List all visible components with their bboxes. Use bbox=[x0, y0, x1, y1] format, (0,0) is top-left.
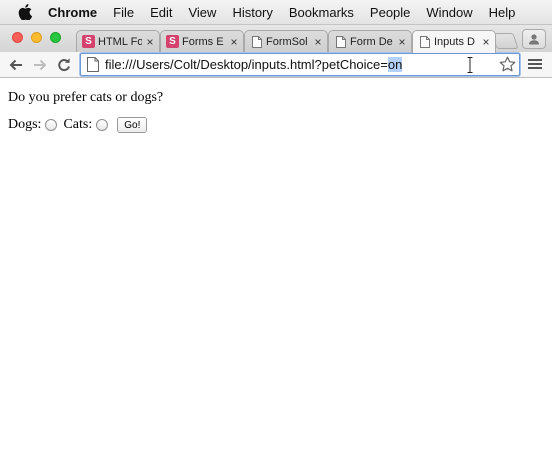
url-prefix: file:///Users/Colt/Desktop/inputs.html?p… bbox=[105, 57, 388, 72]
menu-file[interactable]: File bbox=[113, 5, 134, 20]
tab-title: Form De bbox=[350, 35, 393, 48]
menu-app-name[interactable]: Chrome bbox=[48, 5, 97, 20]
document-icon bbox=[250, 35, 263, 48]
close-icon[interactable]: × bbox=[481, 36, 491, 48]
dogs-radio[interactable] bbox=[45, 119, 58, 131]
tab-title: Forms E bbox=[182, 35, 224, 48]
tab-forms-e[interactable]: S Forms E × bbox=[160, 30, 244, 52]
dogs-label: Dogs: bbox=[8, 117, 42, 132]
reload-icon bbox=[58, 58, 70, 71]
menu-window[interactable]: Window bbox=[426, 5, 472, 20]
s-icon: S bbox=[82, 35, 95, 48]
minimize-window-button[interactable] bbox=[31, 32, 42, 43]
zoom-window-button[interactable] bbox=[50, 32, 61, 43]
forward-arrow-icon bbox=[34, 59, 47, 71]
back-arrow-icon bbox=[9, 59, 22, 71]
mac-menubar: Chrome File Edit View History Bookmarks … bbox=[0, 0, 552, 25]
menu-help[interactable]: Help bbox=[489, 5, 516, 20]
person-icon bbox=[529, 34, 539, 45]
cats-label: Cats: bbox=[63, 117, 93, 132]
address-bar[interactable]: file:///Users/Colt/Desktop/inputs.html?p… bbox=[80, 53, 520, 76]
tab-title: FormSol bbox=[266, 35, 308, 48]
menu-edit[interactable]: Edit bbox=[150, 5, 172, 20]
close-icon[interactable]: × bbox=[397, 36, 407, 48]
go-button[interactable]: Go! bbox=[117, 117, 148, 133]
tab-title: Inputs D bbox=[434, 36, 475, 48]
hamburger-line bbox=[528, 63, 542, 65]
close-icon[interactable]: × bbox=[313, 36, 323, 48]
apple-icon[interactable] bbox=[18, 4, 32, 20]
reload-button[interactable] bbox=[55, 56, 73, 74]
page-viewport: Do you prefer cats or dogs? Dogs: Cats: … bbox=[0, 78, 552, 452]
forward-button[interactable] bbox=[31, 56, 49, 74]
tab-title: HTML Fo bbox=[98, 35, 142, 48]
tab-html-forms[interactable]: S HTML Fo × bbox=[76, 30, 160, 52]
profile-button[interactable] bbox=[522, 29, 546, 49]
tab-form-de[interactable]: Form De × bbox=[328, 30, 412, 52]
tab-formsol[interactable]: FormSol × bbox=[244, 30, 328, 52]
close-icon[interactable]: × bbox=[229, 36, 239, 48]
menu-view[interactable]: View bbox=[188, 5, 216, 20]
browser-toolbar: file:///Users/Colt/Desktop/inputs.html?p… bbox=[0, 52, 552, 78]
bookmark-star-icon[interactable] bbox=[499, 56, 516, 73]
s-icon: S bbox=[166, 35, 179, 48]
pet-choice-form: Dogs: Cats: Go! bbox=[8, 117, 148, 133]
hamburger-icon bbox=[528, 59, 542, 61]
url-selected-text: on bbox=[387, 57, 403, 72]
close-window-button[interactable] bbox=[12, 32, 23, 43]
chrome-menu-button[interactable] bbox=[527, 57, 543, 71]
address-url[interactable]: file:///Users/Colt/Desktop/inputs.html?p… bbox=[105, 57, 403, 72]
menu-people[interactable]: People bbox=[370, 5, 410, 20]
back-button[interactable] bbox=[7, 56, 25, 74]
tab-strip: S HTML Fo × S Forms E × FormSol × Form D… bbox=[0, 25, 552, 53]
tab-inputs-active[interactable]: Inputs D × bbox=[412, 30, 496, 53]
question-text: Do you prefer cats or dogs? bbox=[8, 90, 164, 105]
hamburger-line bbox=[528, 67, 542, 69]
page-icon bbox=[87, 57, 99, 72]
document-icon bbox=[418, 36, 431, 49]
menu-history[interactable]: History bbox=[232, 5, 272, 20]
text-cursor-icon bbox=[467, 57, 473, 73]
close-icon[interactable]: × bbox=[145, 36, 155, 48]
menu-bookmarks[interactable]: Bookmarks bbox=[289, 5, 354, 20]
document-icon bbox=[334, 35, 347, 48]
cats-radio[interactable] bbox=[96, 119, 109, 131]
